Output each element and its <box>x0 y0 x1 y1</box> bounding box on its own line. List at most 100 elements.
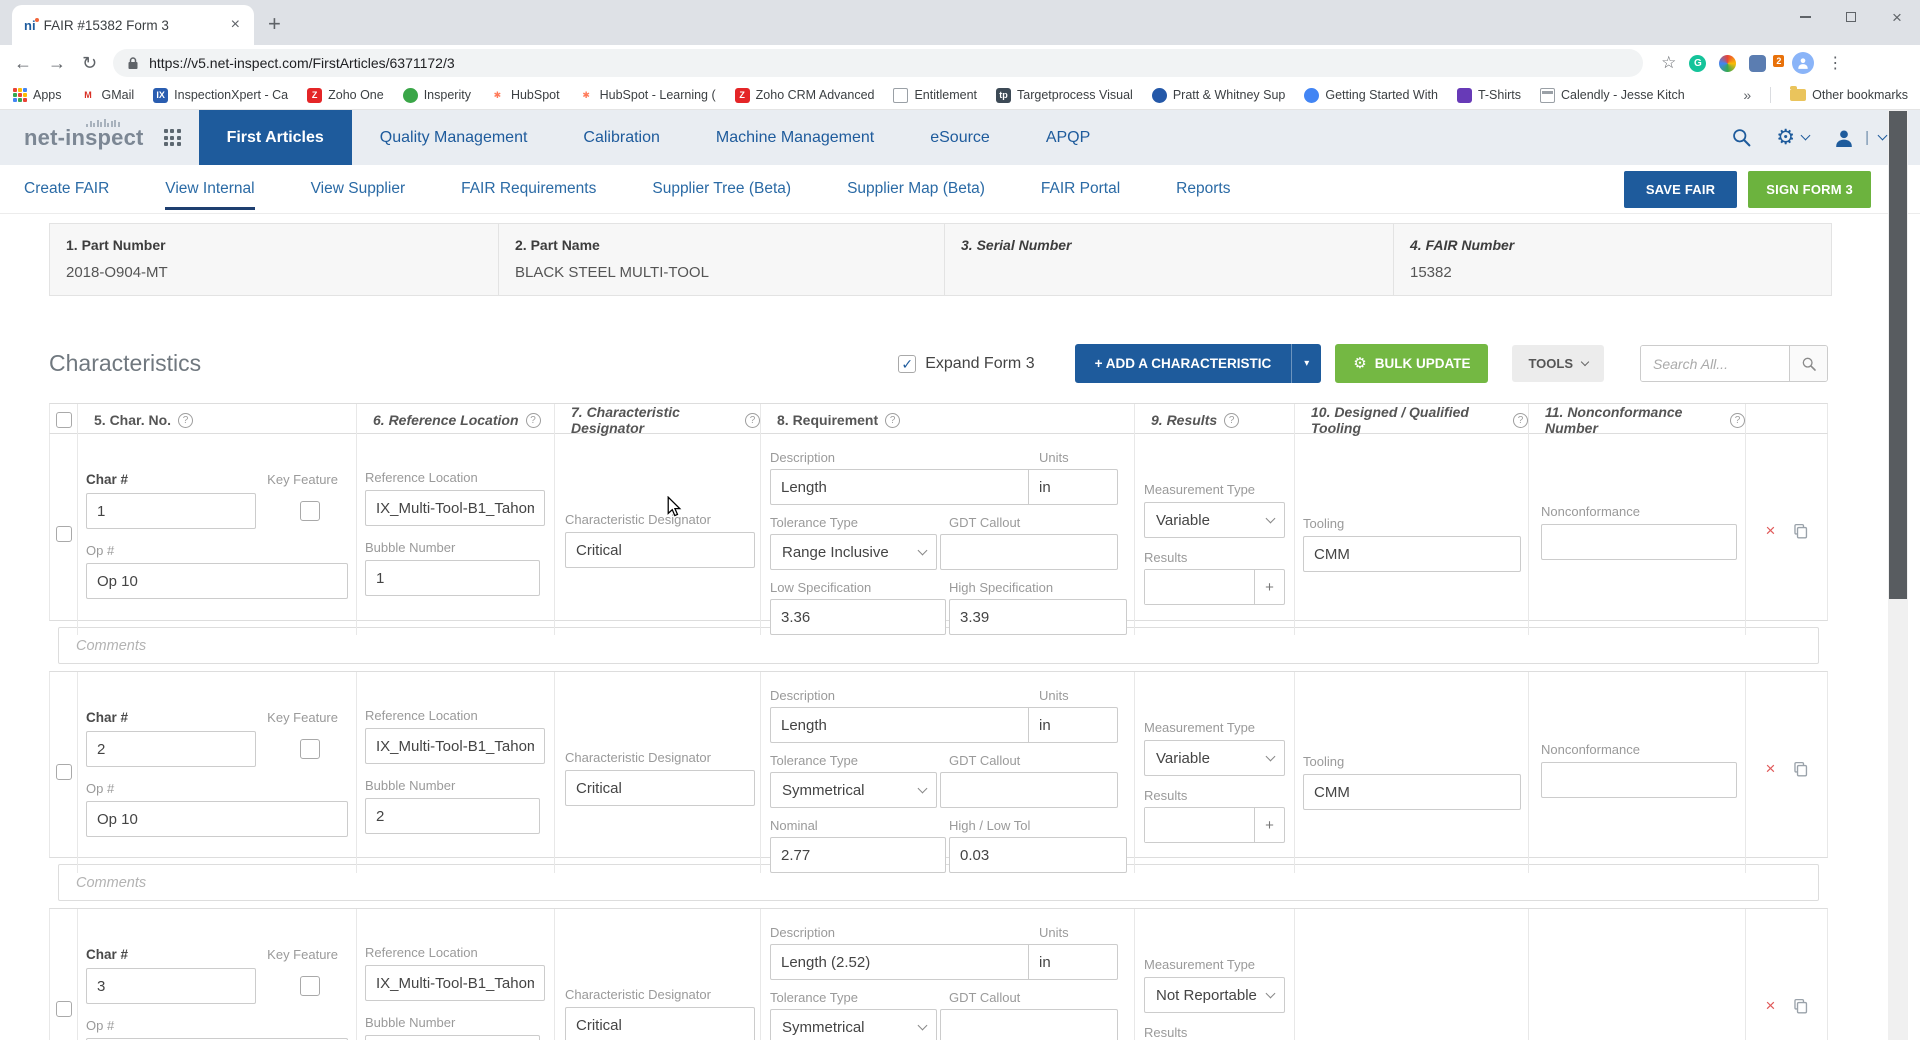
char-number-input[interactable] <box>86 493 256 529</box>
units-input[interactable] <box>1028 944 1118 980</box>
nonconformance-input[interactable] <box>1541 524 1737 560</box>
row-checkbox[interactable] <box>56 526 72 542</box>
tab-supplier-map-beta-[interactable]: Supplier Map (Beta) <box>847 165 985 213</box>
bookmark-item[interactable]: Calendly - Jesse Kitch <box>1540 88 1685 103</box>
add-result-button[interactable]: + <box>1254 570 1284 604</box>
profile-avatar[interactable] <box>1792 52 1814 74</box>
bookmark-item[interactable]: Insperity <box>403 88 471 103</box>
nav-item-calibration[interactable]: Calibration <box>555 110 687 165</box>
characteristic-designator-input[interactable] <box>565 532 755 568</box>
bookmark-item[interactable]: MGMail <box>81 88 135 103</box>
reference-location-input[interactable] <box>365 965 545 1001</box>
comments-input[interactable] <box>59 875 1818 891</box>
delete-row-icon[interactable]: × <box>1766 997 1776 1014</box>
expand-form3-toggle[interactable]: ✓ Expand Form 3 <box>898 355 1034 373</box>
help-icon[interactable]: ? <box>178 413 193 428</box>
bookmark-item[interactable]: IXInspectionXpert - Ca <box>153 88 288 103</box>
copy-row-icon[interactable] <box>1792 760 1809 778</box>
page-scrollbar[interactable] <box>1888 110 1908 1040</box>
new-tab-button[interactable]: + <box>268 11 281 37</box>
help-icon[interactable]: ? <box>1513 413 1528 428</box>
measurement-type-select[interactable]: Variable <box>1144 502 1285 538</box>
tab-view-supplier[interactable]: View Supplier <box>311 165 406 213</box>
gdt-callout-input[interactable] <box>940 772 1118 808</box>
nav-item-apqp[interactable]: APQP <box>1018 110 1118 165</box>
description-input[interactable] <box>770 944 1029 980</box>
results-input[interactable] <box>1145 808 1254 842</box>
gdt-callout-input[interactable] <box>940 534 1118 570</box>
tab-fair-portal[interactable]: FAIR Portal <box>1041 165 1120 213</box>
search-all-button[interactable] <box>1789 346 1827 381</box>
grammarly-extension-icon[interactable]: G <box>1689 55 1706 72</box>
search-icon[interactable] <box>1731 127 1752 148</box>
tolerance-type-select[interactable]: Range Inclusive <box>770 534 937 570</box>
tolerance-type-select[interactable]: Symmetrical <box>770 1009 937 1040</box>
nav-item-quality-management[interactable]: Quality Management <box>352 110 556 165</box>
tab-supplier-tree-beta-[interactable]: Supplier Tree (Beta) <box>652 165 791 213</box>
url-field[interactable]: https://v5.net-inspect.com/FirstArticles… <box>113 49 1643 77</box>
nonconformance-input[interactable] <box>1541 762 1737 798</box>
browser-menu-icon[interactable]: ⋮ <box>1827 53 1843 73</box>
tooling-input[interactable] <box>1303 536 1521 572</box>
tools-button[interactable]: TOOLS <box>1512 345 1604 382</box>
add-characteristic-label[interactable]: + ADD A CHARACTERISTIC <box>1075 344 1292 383</box>
bookmarks-overflow-icon[interactable]: » <box>1743 87 1751 103</box>
bookmark-item[interactable]: Pratt & Whitney Sup <box>1152 88 1286 103</box>
units-input[interactable] <box>1028 707 1118 743</box>
bubble-number-input[interactable] <box>365 1035 540 1040</box>
user-menu[interactable]: | <box>1833 127 1886 149</box>
bookmark-item[interactable]: Getting Started With <box>1304 88 1438 103</box>
comments-input[interactable] <box>59 638 1818 654</box>
delete-row-icon[interactable]: × <box>1766 760 1776 777</box>
bookmark-item[interactable]: ZZoho CRM Advanced <box>735 88 875 103</box>
spec2-input[interactable] <box>949 837 1127 873</box>
forward-button[interactable]: → <box>48 53 66 74</box>
add-result-button[interactable]: + <box>1254 808 1284 842</box>
nav-item-first-articles[interactable]: First Articles <box>199 110 352 165</box>
bubble-number-input[interactable] <box>365 560 540 596</box>
key-feature-checkbox[interactable] <box>300 739 320 759</box>
nav-item-machine-management[interactable]: Machine Management <box>688 110 902 165</box>
window-minimize-button[interactable] <box>1782 0 1828 34</box>
characteristic-designator-input[interactable] <box>565 1007 755 1040</box>
scrollbar-thumb[interactable] <box>1889 111 1907 599</box>
spec2-input[interactable] <box>949 599 1127 635</box>
bookmark-item[interactable]: Apps <box>12 88 62 103</box>
description-input[interactable] <box>770 707 1029 743</box>
tooling-input[interactable] <box>1303 774 1521 810</box>
expand-form3-checkbox[interactable]: ✓ <box>898 355 916 373</box>
browser-tab[interactable]: ni FAIR #15382 Form 3 × <box>12 5 254 45</box>
window-maximize-button[interactable] <box>1828 0 1874 34</box>
pinwheel-extension-icon[interactable] <box>1719 55 1736 72</box>
app-grid-icon[interactable] <box>164 129 181 146</box>
tab-reports[interactable]: Reports <box>1176 165 1230 213</box>
reference-location-input[interactable] <box>365 490 545 526</box>
measurement-type-select[interactable]: Not Reportable <box>1144 977 1285 1013</box>
add-characteristic-dropdown[interactable]: ▾ <box>1291 344 1321 383</box>
description-input[interactable] <box>770 469 1029 505</box>
row-checkbox[interactable] <box>56 764 72 780</box>
tolerance-type-select[interactable]: Symmetrical <box>770 772 937 808</box>
window-close-button[interactable]: × <box>1874 0 1920 34</box>
chat-extension-icon[interactable] <box>1749 55 1766 72</box>
bookmark-star-icon[interactable]: ☆ <box>1661 53 1676 73</box>
help-icon[interactable]: ? <box>1224 413 1239 428</box>
add-characteristic-button[interactable]: + ADD A CHARACTERISTIC ▾ <box>1075 344 1322 383</box>
op-number-input[interactable] <box>86 563 348 599</box>
op-number-input[interactable] <box>86 801 348 837</box>
net-inspect-logo[interactable]: net-inspect <box>0 110 160 165</box>
char-number-input[interactable] <box>86 731 256 767</box>
bookmark-item[interactable]: ZZoho One <box>307 88 384 103</box>
help-icon[interactable]: ? <box>745 413 760 428</box>
results-input[interactable] <box>1145 570 1254 604</box>
units-input[interactable] <box>1028 469 1118 505</box>
tab-fair-requirements[interactable]: FAIR Requirements <box>461 165 596 213</box>
tab-view-internal[interactable]: View Internal <box>165 165 254 213</box>
help-icon[interactable]: ? <box>1730 413 1745 428</box>
key-feature-checkbox[interactable] <box>300 976 320 996</box>
gdt-callout-input[interactable] <box>940 1009 1118 1040</box>
copy-row-icon[interactable] <box>1792 522 1809 540</box>
sign-form3-button[interactable]: SIGN FORM 3 <box>1748 171 1871 208</box>
back-button[interactable]: ← <box>14 53 32 74</box>
select-all-checkbox[interactable] <box>56 412 72 428</box>
